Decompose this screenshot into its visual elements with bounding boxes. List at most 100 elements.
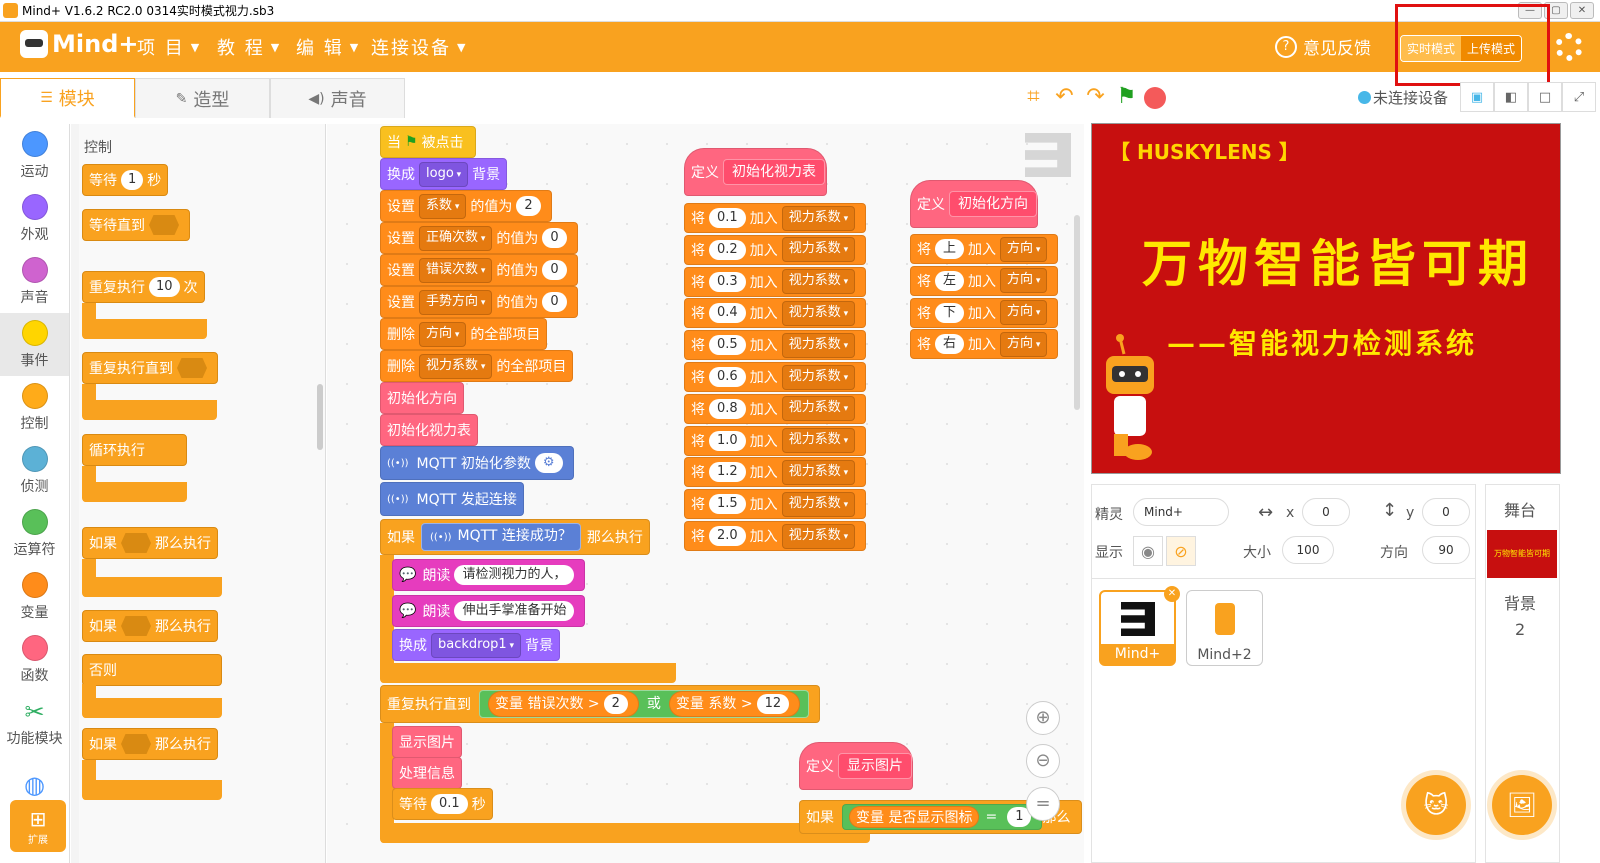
block-add-to-chart[interactable]: 将 2.0 加入 视力系数 <box>684 521 867 551</box>
tab-sounds[interactable]: ◀) 声音 <box>270 78 405 118</box>
delete-sprite-icon[interactable]: ✕ <box>1164 586 1180 602</box>
menu-project[interactable]: 项 目 ▼ <box>137 22 201 72</box>
tab-costumes[interactable]: ✎ 造型 <box>135 78 270 118</box>
stage-canvas[interactable]: 【 HUSKYLENS 】 万物智能皆可期 ——智能视力检测系统 <box>1091 123 1561 474</box>
block-add-to-chart[interactable]: 将 1.5 加入 视力系数 <box>684 489 867 520</box>
sprite-name-input[interactable]: Mind+ <box>1133 498 1229 526</box>
hat-when-flag-clicked[interactable]: 当 ⚑ 被点击 <box>380 126 476 158</box>
category-sensing[interactable]: 侦测 <box>0 439 69 502</box>
mqtt-condition[interactable]: ((•)) MQTT 连接成功？ <box>421 523 581 551</box>
block-delete-list-2[interactable]: 删除视力系数的全部项目 <box>380 350 574 382</box>
show-eye-icon[interactable]: ◉ <box>1133 536 1163 566</box>
green-flag-icon[interactable]: ⚑ <box>1113 83 1140 110</box>
block-set-var-1[interactable]: 设置系数的值为2 <box>380 190 552 222</box>
palette-scrollbar[interactable] <box>317 384 323 450</box>
category-events[interactable]: 事件 <box>0 313 69 376</box>
block-wait-until[interactable]: 等待直到 <box>82 209 190 241</box>
block-add-to-chart[interactable]: 将 0.8 加入 视力系数 <box>684 393 867 424</box>
menu-edit[interactable]: 编 辑 ▼ <box>296 22 360 72</box>
block-repeat-until[interactable]: 重复执行直到 变量 错误次数 >2 或 变量 系数 >12 <box>380 685 821 723</box>
crop-icon[interactable]: ⌗ <box>1020 83 1047 110</box>
undo-icon[interactable]: ↶ <box>1051 83 1078 110</box>
backdrop-thumbnail[interactable]: 万物智能皆可期 <box>1487 530 1557 578</box>
block-if[interactable]: 如果 那么执行 <box>82 527 218 559</box>
redo-icon[interactable]: ↷ <box>1082 83 1109 110</box>
equals-condition[interactable]: 变量 是否显示图标 = 1 <box>842 804 1043 830</box>
block-speak-2[interactable]: 💬 朗读 伸出手掌准备开始 <box>392 595 586 627</box>
define-init-direction[interactable]: 定义 初始化方向 <box>910 180 1038 228</box>
block-add-to-chart[interactable]: 将 0.5 加入 视力系数 <box>684 330 867 361</box>
block-speak-1[interactable]: 💬 朗读 请检测视力的人， <box>392 559 586 591</box>
category-variables[interactable]: 变量 <box>0 565 69 628</box>
close-button[interactable]: ✕ <box>1570 2 1594 19</box>
block-add-to-chart[interactable]: 将 0.1 加入 视力系数 <box>684 203 867 233</box>
category-looks[interactable]: 外观 <box>0 187 69 250</box>
block-add-to-direction[interactable]: 将上加入 方向 <box>910 234 1059 264</box>
or-condition[interactable]: 变量 错误次数 >2 或 变量 系数 >12 <box>479 690 810 718</box>
block-if-else[interactable]: 如果 那么执行 <box>82 610 218 642</box>
size-input[interactable]: 100 <box>1282 536 1334 564</box>
block-add-to-chart[interactable]: 将 0.4 加入 视力系数 <box>684 298 867 329</box>
block-delete-list-1[interactable]: 删除方向的全部项目 <box>380 318 548 350</box>
zoom-out-icon[interactable]: ⊖ <box>1026 744 1060 778</box>
block-set-var-2[interactable]: 设置正确次数的值为0 <box>380 222 578 254</box>
direction-input[interactable]: 90 <box>1422 536 1470 564</box>
block-add-to-chart[interactable]: 将 0.6 加入 视力系数 <box>684 362 867 392</box>
small-stage-icon[interactable]: ▣ <box>1460 82 1494 112</box>
hide-stage-icon[interactable]: □ <box>1528 82 1562 112</box>
coef-compare[interactable]: 变量 系数 >12 <box>668 691 801 717</box>
menu-tutorial[interactable]: 教 程 ▼ <box>217 22 281 72</box>
block-call-process[interactable]: 处理信息 <box>392 757 462 789</box>
block-switch-backdrop-2[interactable]: 换成backdrop1背景 <box>392 629 561 661</box>
settings-gear-icon[interactable]: ⚙ <box>534 453 563 473</box>
block-add-to-direction[interactable]: 将下加入 方向 <box>910 297 1059 328</box>
block-call-init-chart[interactable]: 初始化视力表 <box>380 414 478 446</box>
tab-blocks[interactable]: ☰ 模块 <box>0 78 135 118</box>
block-repeat[interactable]: 重复执行 10 次 <box>82 271 205 303</box>
block-call-show-image[interactable]: 显示图片 <box>392 726 462 758</box>
y-input[interactable]: 0 <box>1422 498 1470 526</box>
block-if-mqtt[interactable]: 如果 ((•)) MQTT 连接成功？ 那么执行 <box>380 519 650 555</box>
x-input[interactable]: 0 <box>1302 498 1350 526</box>
block-add-to-chart[interactable]: 将 1.2 加入 视力系数 <box>684 457 867 488</box>
block-if-3[interactable]: 如果 那么执行 <box>82 728 218 760</box>
block-add-to-chart[interactable]: 将 0.3 加入 视力系数 <box>684 266 867 297</box>
sprite-thumb-mindplus[interactable]: ✕ Mind+ <box>1099 586 1180 666</box>
add-backdrop-icon[interactable]: 🖼 <box>1492 775 1552 835</box>
canvas-scrollbar[interactable] <box>1074 215 1080 410</box>
category-modules[interactable]: ✂ 功能模块 <box>0 691 69 754</box>
extension-button[interactable]: ⊞ 扩展 <box>10 800 66 852</box>
add-sprite-icon[interactable]: 🐱 <box>1406 775 1466 835</box>
fullscreen-icon[interactable]: ⤢ <box>1562 82 1596 112</box>
block-mqtt-connect[interactable]: ((•)) MQTT 发起连接 <box>380 482 524 516</box>
block-add-to-chart[interactable]: 将 1.0 加入 视力系数 <box>684 425 867 456</box>
var-show-icon[interactable]: 变量 是否显示图标 <box>849 806 980 828</box>
define-show-image[interactable]: 定义 显示图片 <box>799 742 913 790</box>
block-call-init-direction[interactable]: 初始化方向 <box>380 382 464 414</box>
category-control[interactable]: 控制 <box>0 376 69 439</box>
block-add-to-direction[interactable]: 将右加入 方向 <box>910 329 1059 360</box>
block-forever[interactable]: 循环执行 <box>82 434 187 466</box>
feedback-button[interactable]: ? 意见反馈 <box>1275 34 1371 59</box>
hide-eye-icon[interactable]: ⊘ <box>1166 536 1196 566</box>
block-set-var-4[interactable]: 设置手势方向的值为0 <box>380 286 578 318</box>
err-compare[interactable]: 变量 错误次数 >2 <box>488 691 639 717</box>
menu-connect-device[interactable]: 连接设备 ▼ <box>371 22 467 72</box>
block-switch-backdrop[interactable]: 换成logo背景 <box>380 158 508 190</box>
category-motion[interactable]: 运动 <box>0 124 69 187</box>
block-mqtt-init[interactable]: ((•)) MQTT 初始化参数 ⚙ <box>380 446 574 480</box>
settings-gear-icon[interactable] <box>1555 33 1583 61</box>
zoom-reset-icon[interactable]: = <box>1026 787 1060 821</box>
category-operators[interactable]: 运算符 <box>0 502 69 565</box>
category-functions[interactable]: 函数 <box>0 628 69 691</box>
block-set-var-3[interactable]: 设置错误次数的值为0 <box>380 254 578 286</box>
block-wait[interactable]: 等待 1 秒 <box>82 164 169 196</box>
block-add-to-direction[interactable]: 将左加入 方向 <box>910 265 1059 296</box>
block-wait-script[interactable]: 等待 0.1 秒 <box>392 788 493 820</box>
define-init-chart[interactable]: 定义 初始化视力表 <box>684 148 827 196</box>
category-sound[interactable]: 声音 <box>0 250 69 313</box>
stop-icon[interactable] <box>1144 86 1166 109</box>
sprite-thumb-mindplus2[interactable]: Mind+2 <box>1186 590 1263 666</box>
zoom-in-icon[interactable]: ⊕ <box>1026 701 1060 735</box>
block-add-to-chart[interactable]: 将 0.2 加入 视力系数 <box>684 234 867 265</box>
